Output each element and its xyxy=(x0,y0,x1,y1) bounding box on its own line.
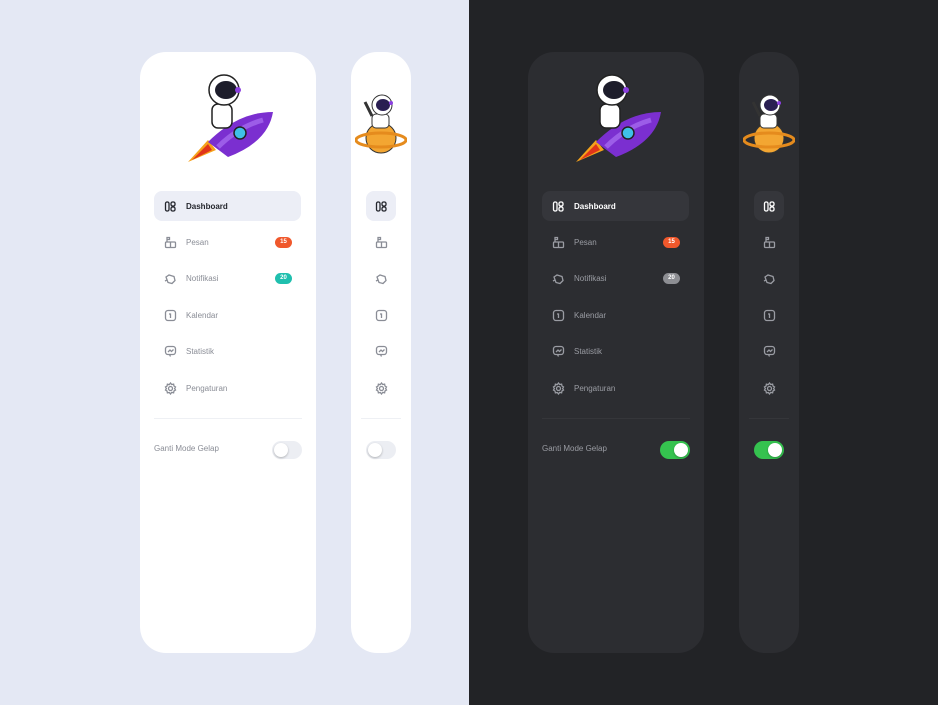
sidebar-item-dashboard[interactable] xyxy=(754,191,784,221)
count-badge: 20 xyxy=(275,272,292,284)
sidebar-item-notifikasi[interactable] xyxy=(754,263,784,293)
gear-icon xyxy=(163,381,177,395)
sidebar-collapsed-dark xyxy=(739,52,799,653)
sidebar-item-notifikasi[interactable] xyxy=(366,263,396,293)
sidebar-item-label: Dashboard xyxy=(574,201,616,211)
light-theme-preview: Dashboard Pesan 15 Notifikasi 20 Kalendar Stat… xyxy=(0,0,469,705)
astronaut-rocket-illustration xyxy=(576,74,661,162)
astronaut-rocket-illustration xyxy=(188,74,273,162)
astronaut-planet-illustration xyxy=(742,94,796,154)
dark-mode-toggle[interactable] xyxy=(272,441,302,459)
toggle-knob xyxy=(274,443,288,457)
divider xyxy=(542,418,690,419)
sidebar-item-kalendar[interactable] xyxy=(366,300,396,330)
gear-icon xyxy=(374,381,388,395)
sidebar-item-label: Statistik xyxy=(574,346,603,356)
sidebar-item-pengaturan[interactable] xyxy=(366,373,396,403)
dark-mode-toggle[interactable] xyxy=(660,441,690,459)
dark-mode-toggle[interactable] xyxy=(754,441,784,459)
chart-icon xyxy=(762,344,776,358)
count-badge: 20 xyxy=(663,272,680,284)
divider xyxy=(361,418,401,419)
bell-icon xyxy=(163,271,177,285)
count-badge: 15 xyxy=(275,236,292,248)
sidebar-item-kalendar[interactable]: Kalendar xyxy=(154,300,301,330)
dashboard-icon xyxy=(551,199,565,213)
sidebar-item-pesan[interactable]: Pesan 15 xyxy=(154,227,301,257)
toggle-knob xyxy=(674,443,688,457)
sidebar-item-statistik[interactable] xyxy=(366,336,396,366)
sidebar-collapsed-light xyxy=(351,52,411,653)
dashboard-icon xyxy=(374,199,388,213)
sidebar-item-label: Pesan xyxy=(186,237,209,247)
sidebar-item-statistik[interactable]: Statistik xyxy=(154,336,301,366)
sidebar-item-kalendar[interactable]: Kalendar xyxy=(542,300,689,330)
sidebar-item-label: Notifikasi xyxy=(574,273,607,283)
bell-icon xyxy=(551,271,565,285)
sidebar-item-label: Pengaturan xyxy=(574,383,616,393)
sidebar-item-kalendar[interactable] xyxy=(754,300,784,330)
sidebar-item-notifikasi[interactable]: Notifikasi 20 xyxy=(542,263,689,293)
sidebar-item-label: Pengaturan xyxy=(186,383,228,393)
sidebar-item-notifikasi[interactable]: Notifikasi 20 xyxy=(154,263,301,293)
sidebar-item-pengaturan[interactable]: Pengaturan xyxy=(542,373,689,403)
dashboard-icon xyxy=(163,199,177,213)
toggle-knob xyxy=(368,443,382,457)
sidebar-expanded-light: Dashboard Pesan 15 Notifikasi 20 Kalendar Stat… xyxy=(140,52,316,653)
sidebar-item-label: Pesan xyxy=(574,237,597,247)
divider xyxy=(749,418,789,419)
sidebar-item-pesan[interactable] xyxy=(754,227,784,257)
chart-icon xyxy=(163,344,177,358)
chart-icon xyxy=(551,344,565,358)
chart-icon xyxy=(374,344,388,358)
bell-icon xyxy=(762,271,776,285)
bell-icon xyxy=(374,271,388,285)
message-icon xyxy=(551,235,565,249)
sidebar-item-dashboard[interactable] xyxy=(366,191,396,221)
dark-mode-label: Ganti Mode Gelap xyxy=(542,444,607,453)
sidebar-item-statistik[interactable]: Statistik xyxy=(542,336,689,366)
sidebar-item-label: Kalendar xyxy=(186,310,219,320)
astronaut-planet-illustration xyxy=(354,94,408,154)
toggle-knob xyxy=(768,443,782,457)
gear-icon xyxy=(551,381,565,395)
sidebar-item-pengaturan[interactable]: Pengaturan xyxy=(154,373,301,403)
count-badge: 15 xyxy=(663,236,680,248)
dark-theme-preview: Dashboard Pesan 15 Notifikasi 20 Kalendar Stat… xyxy=(469,0,938,705)
sidebar-item-pesan[interactable]: Pesan 15 xyxy=(542,227,689,257)
message-icon xyxy=(762,235,776,249)
dark-mode-toggle[interactable] xyxy=(366,441,396,459)
divider xyxy=(154,418,302,419)
message-icon xyxy=(374,235,388,249)
calendar-icon xyxy=(374,308,388,322)
gear-icon xyxy=(762,381,776,395)
sidebar-item-dashboard[interactable]: Dashboard xyxy=(154,191,301,221)
sidebar-expanded-dark: Dashboard Pesan 15 Notifikasi 20 Kalendar Stat… xyxy=(528,52,704,653)
calendar-icon xyxy=(163,308,177,322)
sidebar-item-pesan[interactable] xyxy=(366,227,396,257)
dashboard-icon xyxy=(762,199,776,213)
calendar-icon xyxy=(551,308,565,322)
message-icon xyxy=(163,235,177,249)
sidebar-item-label: Dashboard xyxy=(186,201,228,211)
calendar-icon xyxy=(762,308,776,322)
sidebar-item-label: Kalendar xyxy=(574,310,607,320)
sidebar-item-statistik[interactable] xyxy=(754,336,784,366)
sidebar-item-label: Notifikasi xyxy=(186,273,219,283)
sidebar-item-pengaturan[interactable] xyxy=(754,373,784,403)
sidebar-item-dashboard[interactable]: Dashboard xyxy=(542,191,689,221)
dark-mode-label: Ganti Mode Gelap xyxy=(154,444,219,453)
sidebar-item-label: Statistik xyxy=(186,346,215,356)
